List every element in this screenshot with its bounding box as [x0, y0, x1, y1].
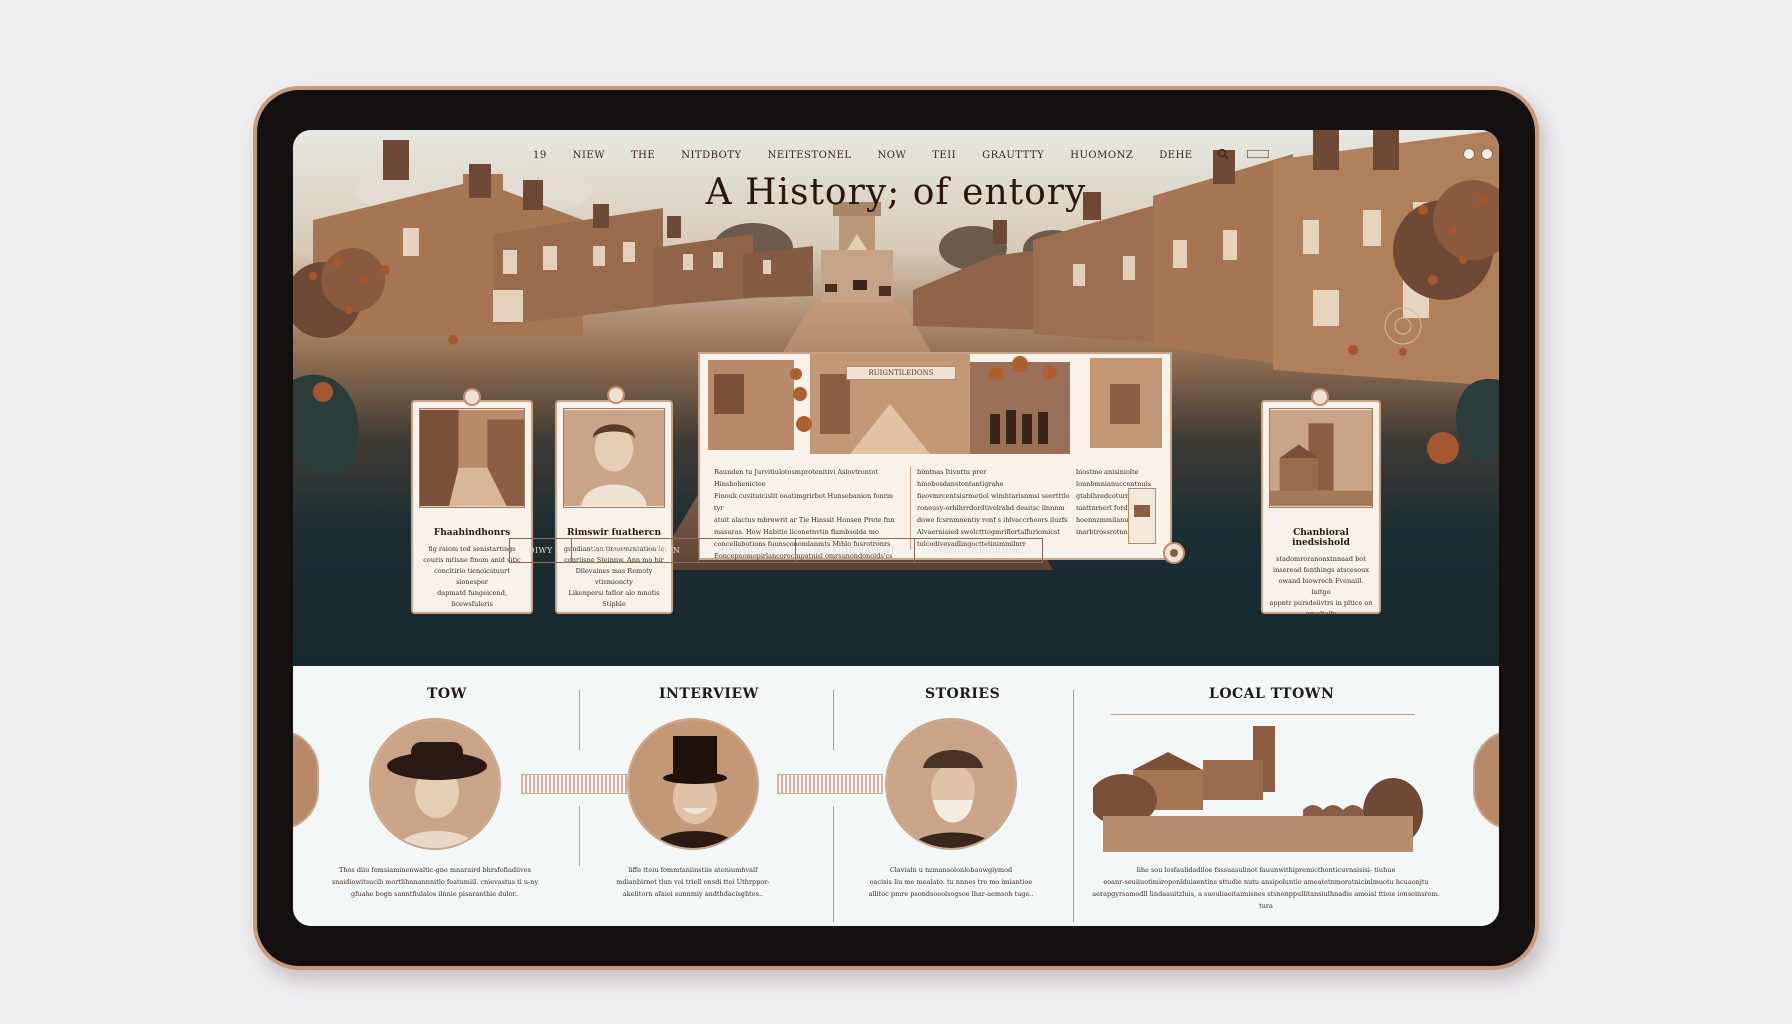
- next-button[interactable]: [1163, 542, 1185, 564]
- card-caption: Rimswir fuathercn: [567, 528, 661, 538]
- section-title-tow: TOW: [427, 686, 467, 702]
- divider: [579, 806, 580, 866]
- tab-5[interactable]: VHINDCWEIARHRE.: [915, 539, 1043, 562]
- section-title-local-town: LOCAL TTOWN: [1209, 686, 1335, 702]
- card-text: stadomroranonxtnnaad bot inseread fenthin…: [1269, 555, 1373, 618]
- top-navigation: 19 NIEW THE NITDBOTY NEITESTONEL NOW TEI…: [533, 150, 1219, 161]
- portrait-old-man[interactable]: [885, 718, 1017, 850]
- card-caption: Fhaahindhonrs: [433, 528, 511, 538]
- account-icon[interactable]: [1463, 148, 1475, 160]
- divider: [833, 806, 834, 922]
- portrait-woman-hat[interactable]: [369, 718, 501, 850]
- tab-4[interactable]: WE-THHEEAYEHT: [796, 539, 915, 562]
- section-text: Clavialn u nzmansolonlobauwgiymod oacisis…: [868, 866, 1034, 898]
- nav-item-4[interactable]: NITDBOTY: [681, 150, 741, 161]
- carousel-next[interactable]: [1473, 730, 1499, 830]
- tab-1[interactable]: DIWY: [510, 539, 572, 562]
- nav-item-2[interactable]: NIEW: [573, 150, 605, 161]
- nav-item-3[interactable]: THE: [631, 150, 655, 161]
- pin-icon: [463, 388, 481, 406]
- thumbnail-image[interactable]: [1128, 488, 1156, 544]
- section-title-stories: STORIES: [925, 686, 1001, 702]
- cathedral-photo: [1269, 408, 1373, 508]
- featured-tag: RUIGNTILEDONS: [846, 366, 956, 380]
- hero-section: 19 NIEW THE NITDBOTY NEITESTONEL NOW TEI…: [293, 130, 1499, 666]
- section-text: liffe ttoiu fommtaniinstiie atoniumhvalf…: [616, 866, 770, 898]
- connector: [521, 774, 629, 794]
- connector: [777, 774, 883, 794]
- section-text: lihe sou losfaulidadiloe fsssuasulinot f…: [1092, 866, 1440, 910]
- nav-item-1[interactable]: 19: [533, 150, 547, 161]
- page-title: A History; of entory: [705, 172, 1087, 213]
- nav-item-5[interactable]: NEITESTONEL: [768, 150, 852, 161]
- dot-icon: [1170, 549, 1178, 557]
- section-title-interview: INTERVIEW: [659, 686, 759, 702]
- story-card-woman[interactable]: Rimswir fuathercn gundiantian timesmrnta…: [555, 400, 673, 614]
- divider: [579, 690, 580, 750]
- portrait-man-tophat[interactable]: [627, 718, 759, 850]
- story-card-canal[interactable]: Fhaahindhonrs fig raiom tod senistarting…: [411, 400, 533, 614]
- canal-photo: [419, 408, 525, 508]
- story-card-cathedral[interactable]: Chanbioral inedsishold stadomroranonxtnn…: [1261, 400, 1381, 618]
- divider: [833, 690, 834, 750]
- settings-icon[interactable]: [1481, 148, 1493, 160]
- tab-2[interactable]: WHEMAITLETOWIN: [572, 539, 700, 562]
- carousel-prev[interactable]: [293, 730, 319, 830]
- divider: [1073, 690, 1074, 922]
- pin-icon: [607, 386, 625, 404]
- nav-item-9[interactable]: HUOMONZ: [1070, 150, 1133, 161]
- section-tabs: DIWY WHEMAITLETOWIN HINSTICORE WE-THHEEA…: [509, 538, 1044, 563]
- nav-item-7[interactable]: TEII: [932, 150, 956, 161]
- featured-panel[interactable]: RUIGNTILEDONS Raunden tu Jurvitiulotosmp…: [698, 352, 1172, 560]
- tab-3[interactable]: HINSTICORE: [699, 539, 796, 562]
- tablet-screen: 19 NIEW THE NITDBOTY NEITESTONEL NOW TEI…: [293, 130, 1499, 926]
- woman-portrait: [563, 408, 665, 508]
- stories-section: TOW Thos diiu femsiaminenwaltic-gne mnar…: [293, 666, 1499, 926]
- nav-item-6[interactable]: NOW: [878, 150, 907, 161]
- pin-icon: [1311, 388, 1329, 406]
- card-caption: Chanbioral inedsishold: [1292, 528, 1350, 548]
- menu-icon[interactable]: [1247, 150, 1269, 158]
- section-text: Thos diiu femsiaminenwaltic-gne mnaraird…: [331, 866, 539, 898]
- nav-item-10[interactable]: DEHE: [1159, 150, 1192, 161]
- divider: [1111, 714, 1415, 715]
- search-icon[interactable]: [1217, 148, 1229, 160]
- local-town-landscape[interactable]: [1093, 720, 1427, 852]
- nav-item-8[interactable]: GRAUTTTY: [982, 150, 1044, 161]
